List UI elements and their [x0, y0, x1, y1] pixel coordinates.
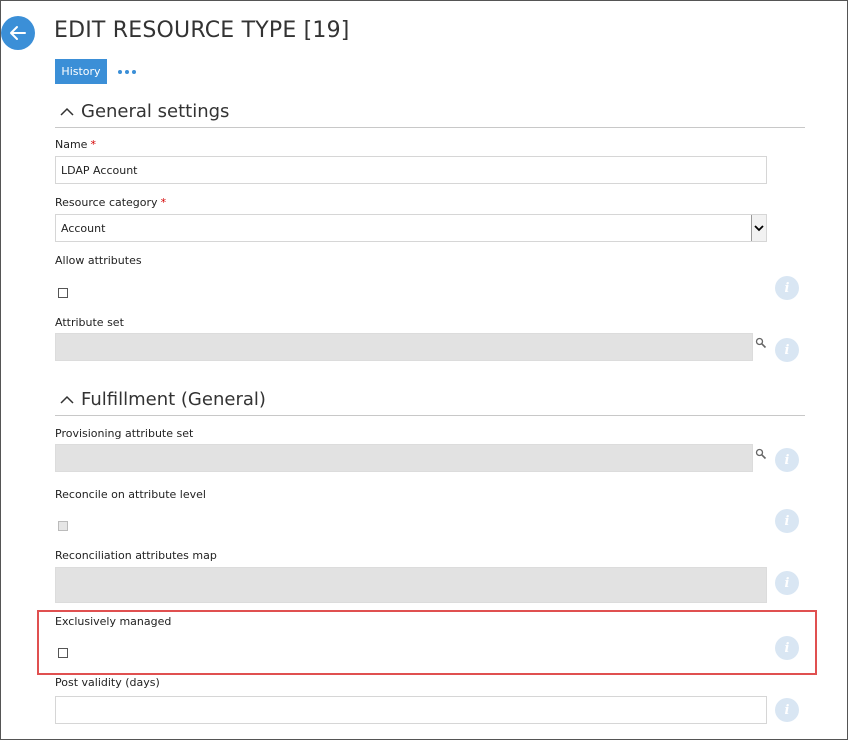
reconciliation-attributes-map-field	[55, 567, 767, 603]
chevron-up-icon	[60, 395, 74, 404]
post-validity-label: Post validity (days)	[55, 676, 160, 689]
info-icon: i	[784, 513, 790, 529]
info-icon: i	[784, 702, 790, 718]
post-validity-field[interactable]	[55, 696, 767, 724]
resource-category-label: Resource category *	[55, 196, 167, 209]
attribute-set-label: Attribute set	[55, 316, 124, 329]
info-button[interactable]: i	[775, 571, 799, 595]
magnifier-icon[interactable]	[755, 448, 767, 460]
allow-attributes-checkbox[interactable]	[58, 288, 68, 298]
reconcile-on-attribute-level-checkbox	[58, 521, 68, 531]
reconciliation-attributes-map-label: Reconciliation attributes map	[55, 549, 217, 562]
info-icon: i	[784, 342, 790, 358]
section-general-settings[interactable]: General settings	[55, 101, 805, 128]
info-icon: i	[784, 575, 790, 591]
attribute-set-field	[55, 333, 753, 361]
resource-category-value: Account	[61, 222, 106, 235]
name-field[interactable]: LDAP Account	[55, 156, 767, 184]
resource-category-select[interactable]: Account	[55, 214, 767, 242]
info-button[interactable]: i	[775, 636, 799, 660]
name-label: Name *	[55, 138, 96, 151]
more-dots-icon	[118, 70, 122, 74]
section-fulfillment-general[interactable]: Fulfillment (General)	[55, 389, 805, 416]
section-title: Fulfillment (General)	[81, 389, 266, 410]
required-marker: *	[160, 196, 167, 209]
chevron-down-icon	[754, 225, 764, 232]
back-button[interactable]	[1, 16, 35, 50]
provisioning-attribute-set-label: Provisioning attribute set	[55, 427, 194, 440]
dropdown-arrow[interactable]	[751, 215, 766, 241]
provisioning-attribute-set-field	[55, 444, 753, 472]
section-title: General settings	[81, 101, 230, 122]
info-icon: i	[784, 640, 790, 656]
info-button[interactable]: i	[775, 338, 799, 362]
arrow-left-icon	[10, 26, 26, 40]
history-button[interactable]: History	[55, 59, 107, 84]
page-title: EDIT RESOURCE TYPE [19]	[54, 18, 350, 43]
exclusively-managed-checkbox[interactable]	[58, 648, 68, 658]
more-options-button[interactable]	[118, 62, 138, 80]
info-icon: i	[784, 452, 790, 468]
exclusively-managed-label: Exclusively managed	[55, 615, 172, 628]
magnifier-icon[interactable]	[755, 337, 767, 349]
info-icon: i	[784, 280, 790, 296]
info-button[interactable]: i	[775, 698, 799, 722]
info-button[interactable]: i	[775, 276, 799, 300]
chevron-up-icon	[60, 107, 74, 116]
info-button[interactable]: i	[775, 509, 799, 533]
required-marker: *	[90, 138, 96, 151]
info-button[interactable]: i	[775, 448, 799, 472]
reconcile-on-attribute-level-label: Reconcile on attribute level	[55, 488, 206, 501]
allow-attributes-label: Allow attributes	[55, 254, 142, 267]
